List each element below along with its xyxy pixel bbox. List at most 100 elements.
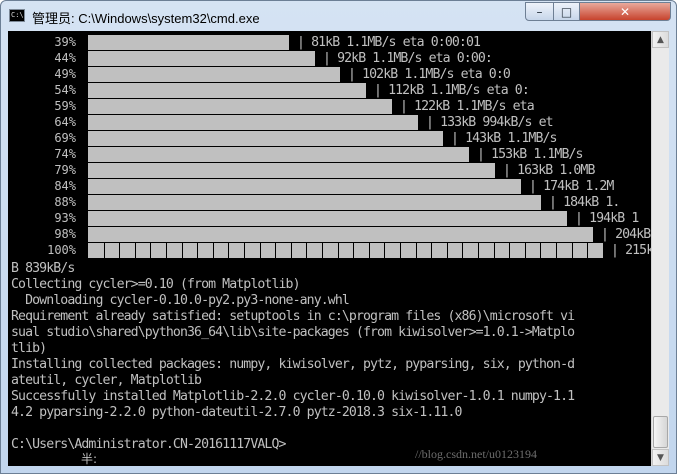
progress-bar-cell-divider — [104, 243, 105, 258]
console-line: 4.2 pyparsing-2.2.0 python-dateutil-2.7.… — [11, 405, 462, 420]
progress-stats: | 163kB 1.0MB — [503, 163, 595, 178]
watermark: //blog.csdn.net/u0123194 — [415, 447, 537, 461]
progress-bar — [88, 131, 443, 146]
maximize-button[interactable]: □ — [553, 2, 580, 21]
progress-stats: | 204kB — [601, 227, 651, 242]
progress-bar — [88, 211, 567, 226]
progress-bar — [88, 179, 521, 194]
scroll-down-button[interactable]: ▼ — [652, 449, 669, 466]
close-icon: ✕ — [619, 4, 631, 19]
progress-bar-cell-divider — [603, 243, 604, 258]
progress-stats: | 102kB 1.1MB/s eta 0:0 — [348, 67, 511, 82]
scroll-up-button[interactable]: ▲ — [652, 31, 669, 48]
progress-bar-cell-divider — [213, 243, 214, 258]
progress-bar — [88, 195, 541, 210]
progress-percent: 88% — [54, 195, 76, 209]
progress-percent: 64% — [54, 115, 76, 129]
progress-bar-cell-divider — [572, 243, 573, 258]
progress-stats: | 174kB 1.2M — [529, 179, 614, 194]
progress-bar — [88, 147, 469, 162]
progress-bar-cell-divider — [275, 243, 276, 258]
progress-stats: | 122kB 1.1MB/s eta — [400, 99, 535, 114]
progress-bar — [88, 35, 289, 50]
progress-bar-cell-divider — [509, 243, 510, 258]
command-prompt: C:\Users\Administrator.CN-20161117VALQ> — [11, 437, 286, 452]
progress-stats: | 92kB 1.1MB/s eta 0:00: — [323, 51, 493, 66]
progress-bar-cell-divider — [384, 243, 385, 258]
progress-bar-cell-divider — [306, 243, 307, 258]
progress-bar-cell-divider — [166, 243, 167, 258]
progress-bar-cell-divider — [182, 243, 183, 258]
progress-percent: 93% — [54, 211, 76, 225]
window-title: 管理员: C:\Windows\system32\cmd.exe — [32, 11, 260, 26]
console-output[interactable]: 39% | 81kB 1.1MB/s eta 0:00:01 44% | 92kB 1… — [8, 31, 651, 466]
progress-percent: 69% — [54, 131, 76, 145]
console-line: B 839kB/s — [11, 261, 75, 276]
progress-bar-cell-divider — [197, 243, 198, 258]
progress-stats: | 143kB 1.1MB/s — [451, 131, 557, 146]
progress-bar — [88, 163, 495, 178]
progress-bar-cell-divider — [556, 243, 557, 258]
progress-percent: 79% — [54, 163, 76, 177]
progress-bar-cell-divider — [260, 243, 261, 258]
progress-percent: 98% — [54, 227, 76, 241]
progress-stats: | 215k — [611, 243, 651, 258]
progress-bar-cell-divider — [322, 243, 323, 258]
ime-status: 半: — [81, 452, 98, 466]
progress-bar-cell-divider — [540, 243, 541, 258]
progress-bar-cell-divider — [462, 243, 463, 258]
cmd-icon[interactable]: C:\ — [9, 9, 25, 22]
minimize-icon: – — [536, 4, 543, 19]
progress-bar-cell-divider — [353, 243, 354, 258]
progress-stats: | 194kB 1 — [575, 211, 639, 226]
progress-bar — [88, 243, 604, 258]
progress-percent: 44% — [54, 51, 76, 65]
console-line: tlib) — [11, 341, 47, 356]
progress-percent: 59% — [54, 99, 76, 113]
minimize-button[interactable]: – — [525, 2, 554, 21]
close-button[interactable]: ✕ — [579, 2, 671, 21]
scroll-thumb[interactable] — [653, 416, 668, 448]
chevron-down-icon: ▼ — [657, 452, 664, 463]
progress-bar-cell-divider — [228, 243, 229, 258]
progress-bar-cell-divider — [135, 243, 136, 258]
maximize-icon: □ — [560, 4, 573, 19]
progress-bar-cell-divider — [400, 243, 401, 258]
console-line: Successfully installed Matplotlib-2.2.0 … — [11, 389, 575, 404]
progress-bar — [88, 115, 418, 130]
progress-bar — [88, 83, 366, 98]
chevron-up-icon: ▲ — [657, 34, 664, 45]
vertical-scrollbar[interactable]: ▲ ▼ — [651, 31, 669, 466]
console-line: Requirement already satisfied: setuptool… — [11, 309, 575, 324]
progress-bar-cell-divider — [338, 243, 339, 258]
progress-percent: 49% — [54, 67, 76, 81]
progress-bar — [88, 67, 340, 82]
progress-bar-cell-divider — [369, 243, 370, 258]
progress-percent: 39% — [54, 35, 76, 49]
progress-bar-cell-divider — [150, 243, 151, 258]
progress-stats: | 133kB 994kB/s et — [426, 115, 554, 130]
console-line: sual studio\shared\python36_64\lib\site-… — [11, 325, 575, 340]
progress-bar — [88, 51, 315, 66]
progress-bar — [88, 99, 392, 114]
progress-stats: | 153kB 1.1MB/s — [477, 147, 583, 162]
progress-percent: 100% — [47, 243, 76, 257]
progress-bar — [88, 227, 593, 242]
progress-bar-cell-divider — [587, 243, 588, 258]
console-line: ateutil, cycler, Matplotlib — [11, 373, 202, 388]
console-line: Collecting cycler>=0.10 (from Matplotlib… — [11, 277, 301, 292]
progress-bar-cell-divider — [478, 243, 479, 258]
progress-bar-cell-divider — [447, 243, 448, 258]
progress-bar-cell-divider — [416, 243, 417, 258]
console-line: Downloading cycler-0.10.0-py2.py3-none-a… — [11, 293, 350, 308]
progress-bar-cell-divider — [291, 243, 292, 258]
progress-bar-cell-divider — [494, 243, 495, 258]
progress-stats: | 184kB 1. — [549, 195, 620, 210]
progress-stats: | 81kB 1.1MB/s eta 0:00:01 — [297, 35, 481, 50]
progress-bar-cell-divider — [244, 243, 245, 258]
cmd-window: C:\ 管理员: C:\Windows\system32\cmd.exe – □… — [0, 0, 677, 474]
progress-bar-cell-divider — [119, 243, 120, 258]
progress-percent: 84% — [54, 179, 76, 193]
console-line: Installing collected packages: numpy, ki… — [11, 357, 575, 372]
progress-bar-cell-divider — [525, 243, 526, 258]
